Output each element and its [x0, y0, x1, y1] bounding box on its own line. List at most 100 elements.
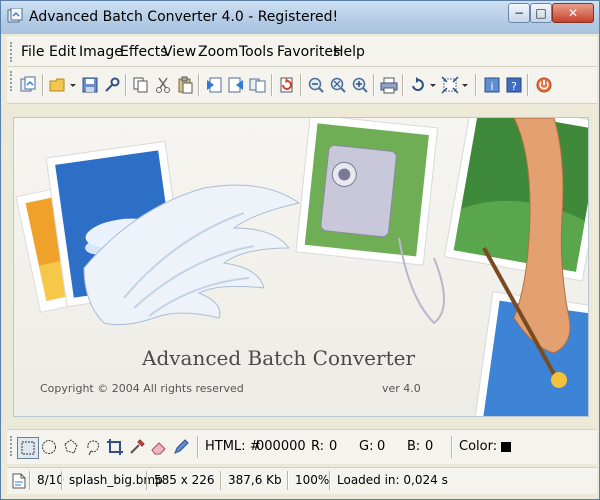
splash-title: Advanced Batch Converter [142, 346, 415, 370]
batch-icon[interactable] [19, 76, 37, 94]
splash-illustration [15, 118, 588, 416]
red-value[interactable]: 0 [329, 439, 337, 454]
prev-image-icon[interactable] [205, 76, 223, 94]
main-window: Advanced Batch Converter 4.0 - Registere… [0, 0, 600, 500]
status-separator [29, 471, 31, 490]
blue-value[interactable]: 0 [425, 439, 433, 454]
minimize-icon: − [513, 6, 525, 20]
menu-help[interactable]: Help [333, 44, 365, 60]
menu-edit[interactable]: Edit [49, 44, 76, 60]
html-color-label: HTML: # [205, 439, 261, 454]
green-value[interactable]: 0 [377, 439, 385, 454]
next-image-icon[interactable] [227, 76, 245, 94]
rect-select-icon[interactable] [17, 437, 39, 459]
html-color-value[interactable]: 000000 [256, 439, 306, 454]
help-icon[interactable]: ? [505, 76, 523, 94]
zoom-out-icon[interactable] [307, 76, 325, 94]
rotate-icon[interactable] [409, 76, 427, 94]
ellipse-select-icon[interactable] [40, 438, 58, 456]
toolbar-separator [300, 74, 302, 96]
compare-icon[interactable] [249, 76, 267, 94]
red-label: R: [311, 439, 325, 454]
status-separator [287, 471, 289, 490]
color-label: Color: [459, 439, 498, 454]
toolbar-separator [125, 74, 127, 96]
maximize-button[interactable]: □ [530, 3, 552, 23]
eraser-icon[interactable] [150, 438, 168, 456]
status-zoom: 100% [295, 473, 330, 487]
svg-text:?: ? [511, 80, 517, 93]
status-filesize: 387,6 Kb [228, 473, 282, 487]
green-label: G: [359, 439, 374, 454]
close-icon: ✕ [567, 6, 579, 20]
menu-image[interactable]: Image [79, 44, 123, 60]
toolbar-grip[interactable] [10, 436, 15, 456]
menu-bar: File Edit Image Effects View Zoom Tools … [7, 37, 597, 67]
reload-icon[interactable] [278, 76, 296, 94]
zoom-fit-icon[interactable] [329, 76, 347, 94]
paste-icon[interactable] [176, 76, 194, 94]
menu-zoom[interactable]: Zoom [198, 44, 238, 60]
window-title: Advanced Batch Converter 4.0 - Registere… [29, 9, 339, 25]
maximize-icon: □ [535, 6, 547, 20]
menu-grip[interactable] [10, 42, 15, 62]
status-bar: 8/10 splash_big.bmp 585 x 226 387,6 Kb 1… [7, 467, 597, 494]
toolbar-separator [42, 74, 44, 96]
photo-camera [295, 118, 439, 266]
zoom-in-icon[interactable] [351, 76, 369, 94]
toolbar-separator [451, 436, 453, 458]
menu-file[interactable]: File [21, 44, 44, 60]
status-separator [329, 471, 331, 490]
copy-icon[interactable] [132, 76, 150, 94]
title-bar[interactable]: Advanced Batch Converter 4.0 - Registere… [1, 1, 599, 34]
pen-icon[interactable] [172, 438, 190, 456]
status-separator [146, 471, 148, 490]
splash-copyright: Copyright © 2004 All rights reserved [40, 382, 244, 395]
resize-icon[interactable] [441, 76, 459, 94]
splash-version: ver 4.0 [382, 382, 421, 395]
toolbar-separator [527, 74, 529, 96]
status-position: 8/10 [37, 473, 64, 487]
save-icon[interactable] [81, 76, 99, 94]
crop-icon[interactable] [106, 438, 124, 456]
status-dimensions: 585 x 226 [154, 473, 215, 487]
main-toolbar: i ? [7, 67, 597, 104]
blue-label: B: [407, 439, 421, 454]
document-icon [12, 473, 26, 489]
eyedropper-icon[interactable] [128, 438, 146, 456]
toolbar-separator [373, 74, 375, 96]
toolbar-separator [271, 74, 273, 96]
freehand-select-icon[interactable] [84, 438, 102, 456]
close-button[interactable]: ✕ [552, 3, 594, 23]
cut-icon[interactable] [154, 76, 172, 94]
status-filename: splash_big.bmp [69, 473, 163, 487]
svg-text:i: i [490, 80, 493, 93]
status-separator [220, 471, 222, 490]
toolbar-separator [402, 74, 404, 96]
properties-icon[interactable] [103, 76, 121, 94]
rotate-dropdown-icon[interactable] [429, 76, 437, 94]
image-canvas[interactable]: Advanced Batch Converter Copyright © 200… [13, 117, 589, 417]
print-icon[interactable] [380, 76, 398, 94]
status-load-time: Loaded in: 0,024 s [337, 473, 448, 487]
toolbar-separator [197, 436, 199, 458]
menu-favorites[interactable]: Favorites [277, 44, 340, 60]
minimize-button[interactable]: − [508, 3, 530, 23]
selection-toolbar: HTML: # 000000 R: 0 G: 0 B: 0 Color: [7, 429, 597, 464]
photo-grass [443, 118, 588, 282]
info-icon[interactable]: i [483, 76, 501, 94]
toolbar-separator [475, 74, 477, 96]
toolbar-separator [198, 74, 200, 96]
resize-dropdown-icon[interactable] [461, 76, 469, 94]
menu-effects[interactable]: Effects [120, 44, 168, 60]
open-folder-icon[interactable] [49, 76, 67, 94]
exit-icon[interactable] [535, 76, 553, 94]
open-dropdown-icon[interactable] [69, 76, 77, 94]
color-swatch[interactable] [501, 442, 511, 452]
status-separator [61, 471, 63, 490]
menu-tools[interactable]: Tools [239, 44, 274, 60]
lasso-icon[interactable] [62, 438, 80, 456]
toolbar-grip[interactable] [10, 71, 15, 91]
menu-view[interactable]: View [163, 44, 196, 60]
batch-converter-icon [7, 8, 23, 23]
